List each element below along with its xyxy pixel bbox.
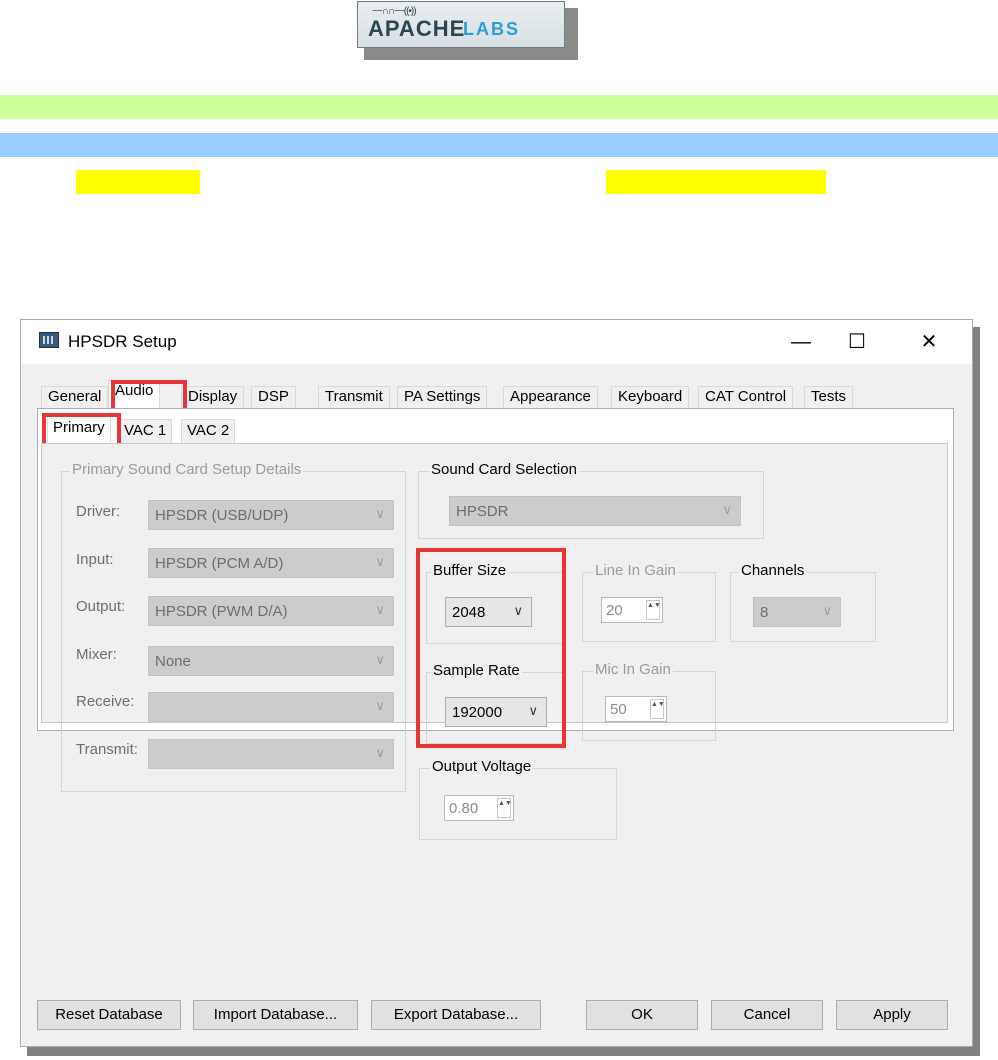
tab-tests[interactable]: Tests: [804, 386, 854, 408]
yellow-highlight-1: [76, 170, 200, 194]
subtab-vac1[interactable]: VAC 1: [118, 419, 173, 443]
transmit-dropdown[interactable]: ∨: [148, 739, 394, 769]
logo-text-main: APACHE: [368, 16, 466, 41]
output-voltage-title: Output Voltage: [430, 758, 534, 775]
import-database-button[interactable]: Import Database...: [193, 1000, 358, 1030]
window-title: HPSDR Setup: [68, 332, 177, 351]
line-in-gain-title: Line In Gain: [593, 562, 678, 579]
tab-keyboard[interactable]: Keyboard: [611, 386, 690, 408]
minimize-button[interactable]: —: [778, 326, 824, 358]
tab-pa-settings[interactable]: PA Settings: [397, 386, 488, 408]
sound-card-dropdown[interactable]: HPSDR ∨: [449, 496, 741, 526]
output-label: Output:: [76, 598, 126, 615]
channels-title: Channels: [739, 562, 807, 579]
mixer-label: Mixer:: [76, 646, 117, 663]
mic-in-gain-title: Mic In Gain: [593, 661, 673, 678]
mic-in-gain-group: Mic In Gain 50 ▲▼: [582, 661, 716, 741]
tab-appearance[interactable]: Appearance: [503, 386, 598, 408]
export-database-button[interactable]: Export Database...: [371, 1000, 541, 1030]
output-voltage-spinner[interactable]: 0.80 ▲▼: [444, 795, 514, 821]
chevron-down-icon: ∨: [375, 652, 385, 667]
chevron-down-icon: ∨: [375, 554, 385, 569]
chevron-down-icon: ∨: [822, 603, 832, 618]
mic-in-gain-spinner[interactable]: 50 ▲▼: [605, 696, 667, 722]
tab-transmit[interactable]: Transmit: [318, 386, 390, 408]
title-bar: HPSDR Setup — ☐ ✕: [21, 320, 972, 364]
blue-band: [0, 133, 998, 157]
app-icon: [39, 332, 59, 348]
receive-label: Receive:: [76, 693, 135, 710]
cancel-button[interactable]: Cancel: [711, 1000, 823, 1030]
spin-arrows-icon[interactable]: ▲▼: [650, 699, 665, 719]
chevron-down-icon: ∨: [375, 745, 385, 760]
logo-text-sub: LABS: [463, 19, 520, 39]
mixer-dropdown[interactable]: None ∨: [148, 646, 394, 676]
primary-sound-card-group: Primary Sound Card Setup Details Driver:…: [61, 461, 406, 792]
yellow-highlight-2: [606, 170, 826, 194]
line-in-gain-spinner[interactable]: 20 ▲▼: [601, 597, 663, 623]
input-dropdown[interactable]: HPSDR (PCM A/D) ∨: [148, 548, 394, 578]
reset-database-button[interactable]: Reset Database: [37, 1000, 181, 1030]
tab-cat-control[interactable]: CAT Control: [698, 386, 794, 408]
spin-arrows-icon[interactable]: ▲▼: [497, 798, 512, 818]
line-in-gain-group: Line In Gain 20 ▲▼: [582, 562, 716, 642]
channels-dropdown[interactable]: 8 ∨: [753, 597, 841, 627]
output-dropdown[interactable]: HPSDR (PWM D/A) ∨: [148, 596, 394, 626]
tab-dsp[interactable]: DSP: [251, 386, 296, 408]
apache-labs-logo: ~~∩∩~~((•)) APACHE LABS: [357, 1, 565, 48]
close-button[interactable]: ✕: [906, 326, 952, 358]
sound-card-selection-group: Sound Card Selection HPSDR ∨: [418, 461, 764, 539]
green-band: [0, 95, 998, 119]
driver-dropdown[interactable]: HPSDR (USB/UDP) ∨: [148, 500, 394, 530]
output-voltage-group: Output Voltage 0.80 ▲▼: [419, 758, 617, 840]
spin-arrows-icon[interactable]: ▲▼: [646, 600, 661, 620]
buffer-sample-highlight: [416, 548, 566, 748]
channels-group: Channels 8 ∨: [730, 562, 876, 642]
chevron-down-icon: ∨: [375, 602, 385, 617]
tab-display[interactable]: Display: [181, 386, 245, 408]
driver-label: Driver:: [76, 503, 121, 520]
chevron-down-icon: ∨: [722, 502, 732, 517]
setup-window: HPSDR Setup — ☐ ✕ General Audio Display …: [20, 319, 973, 1047]
ok-button[interactable]: OK: [586, 1000, 698, 1030]
maximize-button[interactable]: ☐: [834, 326, 880, 358]
apply-button[interactable]: Apply: [836, 1000, 948, 1030]
tab-general[interactable]: General: [41, 386, 109, 408]
input-label: Input:: [76, 551, 114, 568]
chevron-down-icon: ∨: [375, 698, 385, 713]
receive-dropdown[interactable]: ∨: [148, 692, 394, 722]
transmit-label: Transmit:: [76, 741, 138, 758]
chevron-down-icon: ∨: [375, 506, 385, 521]
primary-group-title: Primary Sound Card Setup Details: [70, 461, 304, 478]
sound-card-selection-title: Sound Card Selection: [429, 461, 579, 478]
subtab-vac2[interactable]: VAC 2: [181, 419, 236, 443]
